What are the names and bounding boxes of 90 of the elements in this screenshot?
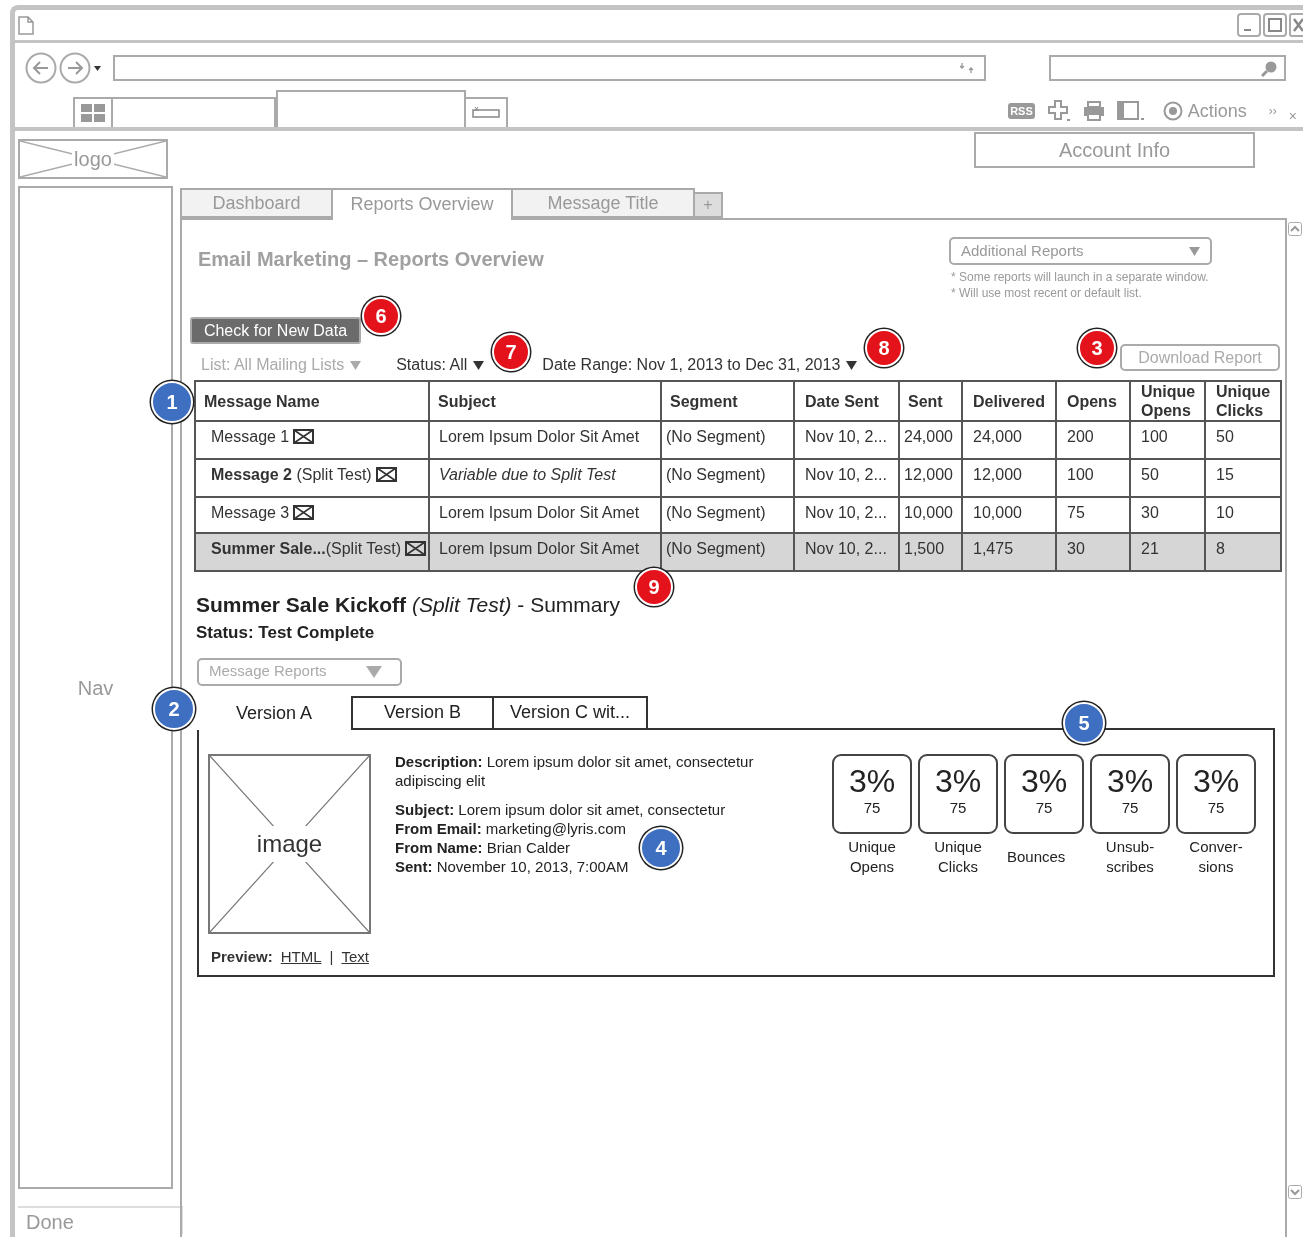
detail-text: From Name: Brian Calder bbox=[395, 837, 571, 857]
scroll-down-icon[interactable] bbox=[1288, 1185, 1302, 1199]
stat-percent: 3% bbox=[1106, 763, 1154, 798]
caret-icon bbox=[473, 360, 485, 370]
version-tab[interactable]: Version C wit... bbox=[494, 695, 648, 728]
version-tab[interactable]: Version B bbox=[351, 695, 494, 728]
filter-dropdown[interactable]: Date Range: Nov 1, 2013 to Dec 31, 2013 bbox=[542, 356, 858, 374]
table-cell: Nov 10, 2... bbox=[794, 533, 899, 571]
detail-text: Description: Lorem ipsum dolor sit amet, consectetur adipiscing elit bbox=[395, 751, 755, 790]
callout-marker: 3 bbox=[1078, 329, 1116, 367]
status-bar: Done bbox=[18, 1206, 183, 1234]
summary-status: Status: Test Complete bbox=[196, 622, 376, 644]
note-text: * Will use most recent or default list. bbox=[950, 285, 1143, 301]
caret-icon[interactable] bbox=[94, 65, 101, 71]
callout-marker: 5 bbox=[1063, 702, 1105, 744]
caret-icon bbox=[366, 665, 382, 678]
search-field[interactable] bbox=[1049, 55, 1286, 81]
table-cell: 1,475 bbox=[962, 533, 1056, 571]
printer-icon[interactable] bbox=[1082, 101, 1105, 121]
envelope-icon bbox=[293, 505, 315, 520]
note-text: * Some reports will launch in a separate window. bbox=[950, 269, 1210, 285]
scroll-up-icon[interactable] bbox=[1288, 222, 1302, 236]
separator: | bbox=[329, 946, 334, 967]
refresh-icon[interactable] bbox=[960, 62, 974, 74]
detail-text: Subject: Lorem ipsum dolor sit amet, consectetur bbox=[395, 799, 726, 819]
stat-label: Unsub-scribes bbox=[1104, 836, 1156, 877]
search-icon bbox=[1261, 59, 1278, 77]
page-title: Email Marketing – Reports Overview bbox=[198, 247, 544, 272]
grid-button[interactable] bbox=[73, 97, 113, 127]
callout-marker: 9 bbox=[635, 568, 673, 606]
stat-percent: 3% bbox=[1020, 763, 1068, 798]
callout-marker: 7 bbox=[492, 333, 530, 371]
message-name[interactable]: Message 1 bbox=[211, 428, 290, 445]
stat-percent: 3% bbox=[848, 763, 896, 798]
envelope-icon bbox=[405, 541, 426, 556]
stat-count: 75 bbox=[1121, 798, 1139, 817]
table-cell: 30 bbox=[1056, 533, 1130, 571]
table-row[interactable]: Message 2 (Split Test) Variable due to Split Test (No Segment) Nov 10, 2... 12,000 12,000 100 50 15 bbox=[195, 459, 1281, 497]
address-field[interactable] bbox=[113, 55, 986, 81]
stat-count: 75 bbox=[1207, 798, 1225, 817]
caret-icon bbox=[846, 360, 858, 370]
browser-tab[interactable] bbox=[113, 97, 276, 127]
filter-dropdown[interactable]: Status: All bbox=[396, 356, 485, 374]
stat-label: Unique Clicks bbox=[933, 836, 983, 877]
minimize-icon[interactable] bbox=[1237, 13, 1261, 37]
stat-count: 75 bbox=[863, 798, 881, 817]
stat-percent: 3% bbox=[1192, 763, 1240, 798]
grid-icon bbox=[81, 104, 105, 122]
close-icon[interactable] bbox=[1289, 13, 1303, 37]
column-header: Message Name bbox=[195, 381, 429, 421]
stat-count: 75 bbox=[1035, 798, 1053, 817]
back-icon[interactable] bbox=[25, 52, 57, 84]
stat-label: Bounces bbox=[1007, 846, 1067, 867]
check-new-data-button[interactable]: Check for New Data bbox=[190, 317, 361, 344]
preview-link[interactable]: HTML bbox=[280, 945, 322, 968]
callout-marker: 4 bbox=[640, 827, 682, 869]
table-cell: 8 bbox=[1205, 533, 1281, 571]
stat-label: Unique Opens bbox=[847, 836, 897, 877]
summary-title: Summer Sale Kickoff (Split Test) - Summary bbox=[196, 592, 621, 618]
stat-percent: 3% bbox=[934, 763, 982, 798]
nav-label: Nav bbox=[77, 675, 114, 701]
maximize-icon[interactable] bbox=[1263, 13, 1287, 37]
table-row[interactable]: Message 1 Lorem Ipsum Dolor Sit Amet (No Segment) Nov 10, 2... 24,000 24,000 200 100 50 bbox=[195, 421, 1281, 459]
column-header: Subject bbox=[429, 381, 661, 421]
detail-text: Sent: November 10, 2013, 7:00AM bbox=[395, 856, 629, 876]
stat-label: Conver-sions bbox=[1188, 836, 1244, 877]
callout-marker: 8 bbox=[865, 329, 903, 367]
detail-text: From Email: marketing@lyris.com bbox=[395, 818, 627, 838]
callout-marker: 6 bbox=[362, 297, 400, 335]
message-name[interactable]: Message 3 bbox=[211, 504, 290, 521]
caret-icon bbox=[1189, 246, 1200, 256]
callout-marker: 2 bbox=[153, 688, 195, 730]
callout-marker: 1 bbox=[151, 381, 193, 423]
table-row[interactable]: Summer Sale...(Split Test) Lorem Ipsum Dolor Sit Amet (No Segment) Nov 10, 2... 1,500 1,475 30 21 8 bbox=[195, 533, 1281, 571]
table-cell: 21 bbox=[1130, 533, 1205, 571]
panel-icon[interactable] bbox=[1116, 101, 1145, 121]
page-icon bbox=[18, 15, 34, 35]
preview-link[interactable]: Text bbox=[341, 945, 369, 968]
table-cell: 1,500 bbox=[899, 533, 962, 571]
new-tab-icon bbox=[471, 107, 501, 119]
preview-label: Preview: bbox=[211, 946, 273, 967]
gear-icon bbox=[1162, 101, 1183, 121]
browser-tab[interactable] bbox=[276, 90, 466, 127]
envelope-icon bbox=[293, 429, 315, 444]
stat-count: 75 bbox=[949, 798, 967, 817]
table-row[interactable]: Message 3 Lorem Ipsum Dolor Sit Amet (No Segment) Nov 10, 2... 10,000 10,000 75 30 10 bbox=[195, 497, 1281, 533]
envelope-icon bbox=[375, 467, 397, 482]
plus-icon[interactable] bbox=[1046, 100, 1071, 122]
new-tab-button[interactable] bbox=[466, 97, 508, 127]
caret-icon bbox=[350, 360, 362, 370]
